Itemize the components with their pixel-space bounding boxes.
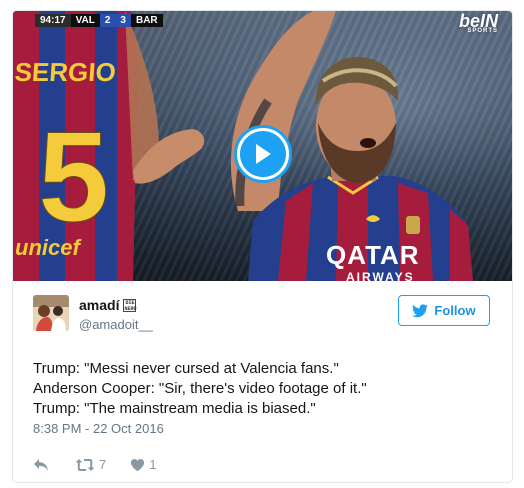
shirt-sponsor-sub: AIRWAYS (346, 270, 415, 281)
play-icon (240, 131, 286, 177)
video-preview[interactable]: SERGIO 5 unicef QATAR AIRWAYS 94:17 VAL … (13, 11, 512, 281)
tweet-line: Anderson Cooper: "Sir, there's video foo… (33, 380, 367, 397)
away-team: BAR (130, 13, 163, 27)
tweet-card: SERGIO 5 unicef QATAR AIRWAYS 94:17 VAL … (12, 10, 513, 483)
reply-icon (34, 458, 48, 471)
tweet-body: amadí DIE NERD @amadoit__ Follow Trump: … (13, 281, 512, 482)
scoreboard: 94:17 VAL 2 3 BAR (35, 13, 163, 27)
tweet-line: Trump: "Messi never cursed at Valencia f… (33, 360, 339, 377)
user-handle[interactable]: @amadoit__ (79, 317, 153, 332)
raised-hand-graphic (133, 129, 205, 184)
tweet-text: Trump: "Messi never cursed at Valencia f… (33, 359, 493, 419)
name-badge-icon: DIE NERD (123, 298, 137, 312)
like-count: 1 (149, 457, 157, 472)
retweet-count: 7 (99, 457, 107, 472)
away-score: 3 (115, 13, 131, 27)
twitter-bird-icon (412, 303, 429, 317)
user-name[interactable]: amadí DIE NERD (79, 297, 136, 313)
jersey-name: SERGIO (14, 57, 117, 87)
like-button[interactable]: 1 (130, 457, 156, 472)
follow-button[interactable]: Follow (398, 295, 490, 326)
home-score: 2 (99, 13, 116, 27)
tweet-timestamp[interactable]: 8:38 PM - 22 Oct 2016 (33, 421, 164, 436)
tweet-actions: 7 1 (33, 457, 156, 472)
play-button[interactable] (234, 125, 292, 183)
tweet-line: Trump: "The mainstream media is biased." (33, 400, 316, 417)
home-team: VAL (70, 13, 100, 27)
avatar[interactable] (33, 295, 69, 331)
heart-icon (131, 458, 145, 471)
retweet-icon (75, 458, 95, 471)
user-display-name: amadí (79, 297, 120, 313)
retweet-button[interactable]: 7 (75, 457, 106, 472)
broadcaster-logo: beIN SPORTS (459, 11, 498, 34)
shirt-sponsor: QATAR (326, 240, 420, 270)
follow-label: Follow (434, 303, 476, 318)
jersey-sponsor: unicef (15, 235, 82, 260)
match-clock: 94:17 (35, 13, 71, 27)
jersey-number: 5 (38, 106, 109, 249)
reply-button[interactable] (33, 458, 49, 472)
